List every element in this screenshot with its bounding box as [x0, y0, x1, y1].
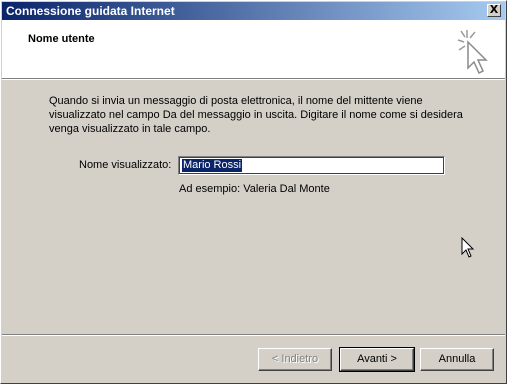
title-bar[interactable]: Connessione guidata Internet X	[2, 2, 505, 20]
footer-divider	[2, 334, 505, 336]
page-title: Nome utente	[28, 33, 95, 45]
display-name-input[interactable]: Mario Rossi	[178, 156, 445, 175]
wizard-header: Nome utente	[2, 20, 505, 79]
close-icon: X	[489, 3, 499, 16]
header-divider	[2, 79, 505, 80]
wizard-cursor-icon	[457, 30, 488, 75]
wizard-window: Connessione guidata Internet X Nome uten…	[0, 0, 507, 384]
example-text: Ad esempio: Valeria Dal Monte	[179, 183, 330, 195]
close-button[interactable]: X	[487, 4, 501, 17]
back-button[interactable]: < Indietro	[258, 348, 332, 371]
cancel-button[interactable]: Annulla	[420, 348, 494, 371]
display-name-label: Nome visualizzato:	[79, 159, 172, 171]
window-title: Connessione guidata Internet	[6, 4, 175, 18]
next-button[interactable]: Avanti >	[339, 347, 415, 372]
display-name-value: Mario Rossi	[182, 159, 243, 172]
mouse-pointer-icon	[461, 237, 475, 258]
description-text: Quando si invia un messaggio di posta el…	[49, 95, 463, 135]
